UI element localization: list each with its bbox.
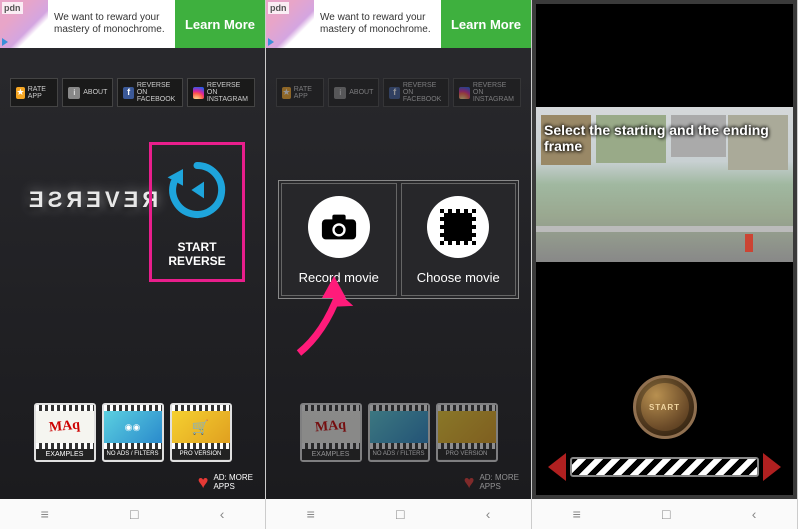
editor-frame: Select the starting and the ending frame… [532,0,797,499]
thumb-badge: MAq [48,418,80,437]
thumbnails-row: MAq EXAMPLES ◉◉ NO ADS / FILTERS 🛒 PRO V… [0,403,265,462]
chip-label: REVERSE ON FACEBOOK [137,82,177,103]
examples-thumbnail[interactable]: MAq EXAMPLES [34,403,96,462]
info-icon: i [68,87,80,99]
start-reverse-button[interactable]: START REVERSE [149,142,245,282]
film-icon [427,196,489,258]
facebook-button-dimmed: fREVERSE ON FACEBOOK [383,78,449,107]
filters-thumbnail[interactable]: ◉◉ NO ADS / FILTERS [102,403,164,462]
chip-label: REVERSE ON INSTAGRAM [207,82,249,103]
recent-apps-button[interactable]: ≡ [307,506,315,522]
screen-1-home: We want to reward your mastery of monoch… [0,0,266,529]
more-apps-button[interactable]: ♥ AD: MORE APPS [0,468,265,499]
dialog-label: Record movie [286,270,392,285]
ad-image [266,0,314,48]
source-dialog: Record movie Choose movie [278,180,519,299]
more-apps-label: AD: MORE APPS [213,474,253,492]
home-button[interactable]: □ [396,506,404,522]
filters-icon: ◉◉ [125,422,141,433]
dialog-label: Choose movie [406,270,512,285]
instagram-button[interactable]: REVERSE ON INSTAGRAM [187,78,255,107]
start-reverse-label: START REVERSE [162,240,232,269]
home-button[interactable]: □ [662,506,670,522]
thumb-label: PRO VERSION [172,449,230,459]
timeline-scrubber [548,453,781,481]
ad-banner[interactable]: We want to reward your mastery of monoch… [0,0,265,48]
chip-label: RATE APP [28,86,53,100]
home-button[interactable]: □ [130,506,138,522]
ad-learn-more-button[interactable]: Learn More [441,0,531,48]
rate-app-button[interactable]: ★RATE APP [10,78,58,107]
record-movie-button[interactable]: Record movie [281,183,397,296]
screen-3-editor: Select the starting and the ending frame… [532,0,798,529]
trim-start-handle[interactable] [548,453,566,481]
facebook-button[interactable]: f REVERSE ON FACEBOOK [117,78,183,107]
instagram-icon [193,87,204,99]
android-nav-bar: ≡ □ ‹ [532,499,797,529]
thumb-label: EXAMPLES [36,449,94,460]
android-nav-bar: ≡ □ ‹ [266,499,531,529]
back-button[interactable]: ‹ [486,506,491,522]
about-button-dimmed: iABOUT [328,78,379,107]
reverse-circular-arrow-icon [162,155,232,225]
trim-end-handle[interactable] [763,453,781,481]
about-button[interactable]: iABOUT [62,78,113,107]
ad-learn-more-button[interactable]: Learn More [175,0,265,48]
camera-icon [308,196,370,258]
reverse-logo: REVERSE [25,187,158,213]
instruction-overlay: Select the starting and the ending frame [544,122,785,154]
recent-apps-button[interactable]: ≡ [41,506,49,522]
video-preview-area: Select the starting and the ending frame [536,4,793,365]
recent-apps-button[interactable]: ≡ [573,506,581,522]
video-frame[interactable]: Select the starting and the ending frame [536,107,793,262]
ad-image [0,0,48,48]
pro-version-thumbnail[interactable]: 🛒 PRO VERSION [170,403,232,462]
main-area: REVERSE START REVERSE [0,107,265,403]
android-nav-bar: ≡ □ ‹ [0,499,265,529]
star-icon: ★ [16,87,25,99]
chip-label: ABOUT [83,89,107,96]
facebook-icon: f [123,87,133,99]
timeline-track[interactable] [570,457,759,477]
start-button[interactable]: START [633,375,697,439]
cart-icon: 🛒 [192,419,209,436]
ad-text: We want to reward your mastery of monoch… [314,10,441,38]
choose-movie-button[interactable]: Choose movie [401,183,517,296]
top-nav-chips: ★RATE APP iABOUT f REVERSE ON FACEBOOK RE… [10,78,255,107]
controls-area: START [536,365,793,495]
back-button[interactable]: ‹ [220,506,225,522]
heart-icon: ♥ [198,472,209,493]
thumb-label: NO ADS / FILTERS [104,449,162,459]
ad-text: We want to reward your mastery of monoch… [48,10,175,38]
rate-app-button-dimmed: ★RATE APP [276,78,324,107]
ad-banner[interactable]: We want to reward your mastery of monoch… [266,0,531,48]
screen-2-dialog: We want to reward your mastery of monoch… [266,0,532,529]
instagram-button-dimmed: REVERSE ON INSTAGRAM [453,78,521,107]
back-button[interactable]: ‹ [752,506,757,522]
